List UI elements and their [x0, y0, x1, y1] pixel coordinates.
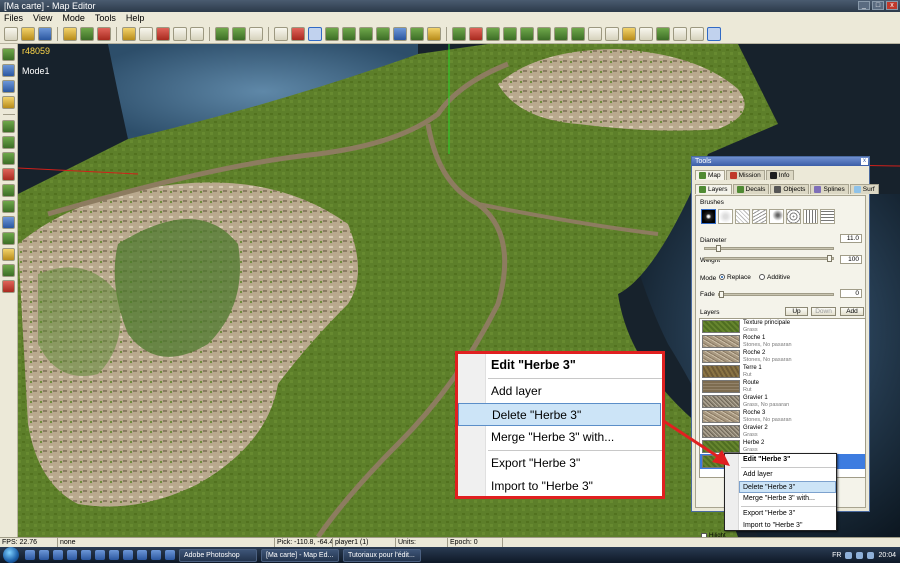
quicklaunch-app-icon[interactable]: [137, 550, 147, 560]
language-indicator[interactable]: FR: [832, 552, 841, 559]
volume-icon[interactable]: [856, 551, 864, 559]
fps-readout: FPS: 22.76: [0, 538, 58, 547]
zoom-menu-delete-layer[interactable]: Delete "Herbe 3": [458, 403, 661, 426]
quicklaunch-app-icon[interactable]: [95, 550, 105, 560]
os-taskbar: Adobe Photoshop [Ma carte] - Map Ed... T…: [0, 547, 900, 563]
quick-launch: [25, 550, 175, 560]
network-icon[interactable]: [845, 551, 853, 559]
system-tray: FR 20:04: [832, 551, 900, 559]
start-button[interactable]: [3, 547, 19, 563]
quicklaunch-media-icon[interactable]: [67, 550, 77, 560]
quicklaunch-app-icon[interactable]: [123, 550, 133, 560]
quicklaunch-desktop-icon[interactable]: [25, 550, 35, 560]
quicklaunch-app-icon[interactable]: [109, 550, 119, 560]
clock[interactable]: 20:04: [878, 552, 896, 559]
quicklaunch-app-icon[interactable]: [151, 550, 161, 560]
zoom-menu-edit-layer[interactable]: Edit "Herbe 3": [488, 354, 662, 377]
enlarged-context-menu: Edit "Herbe 3" Add layer Delete "Herbe 3…: [455, 351, 665, 499]
quicklaunch-explorer-icon[interactable]: [39, 550, 49, 560]
callout-arrow: [661, 418, 730, 466]
menu-separator: [488, 378, 662, 379]
menu-separator: [488, 450, 662, 451]
zoom-menu-import-layer[interactable]: Import to "Herbe 3": [488, 475, 662, 498]
units-readout: Units:: [396, 538, 448, 547]
taskbar-photoshop[interactable]: Adobe Photoshop: [179, 548, 257, 562]
selection-readout: none: [58, 538, 275, 547]
quicklaunch-app-icon[interactable]: [81, 550, 91, 560]
quicklaunch-firefox-icon[interactable]: [53, 550, 63, 560]
zoom-menu-add-layer[interactable]: Add layer: [488, 380, 662, 403]
map-editor-app: [Ma carte] - Map Editor _ □ x Files View…: [0, 0, 900, 563]
status-bar: FPS: 22.76 none Pick: -110.8, -64.4, 222…: [0, 537, 900, 547]
epoch-readout: Epoch: 0: [448, 538, 503, 547]
zoom-menu-export-layer[interactable]: Export "Herbe 3": [488, 452, 662, 475]
taskbar-tutorials[interactable]: Tutoriaux pour l'édit...: [343, 548, 421, 562]
player-readout: player1 (1): [333, 538, 396, 547]
pick-readout: Pick: -110.8, -64.4, 222.0: [277, 538, 333, 547]
zoom-menu-merge-layer[interactable]: Merge "Herbe 3" with...: [488, 426, 662, 449]
security-icon[interactable]: [867, 551, 875, 559]
quicklaunch-app-icon[interactable]: [165, 550, 175, 560]
taskbar-map-editor[interactable]: [Ma carte] - Map Ed...: [261, 548, 339, 562]
